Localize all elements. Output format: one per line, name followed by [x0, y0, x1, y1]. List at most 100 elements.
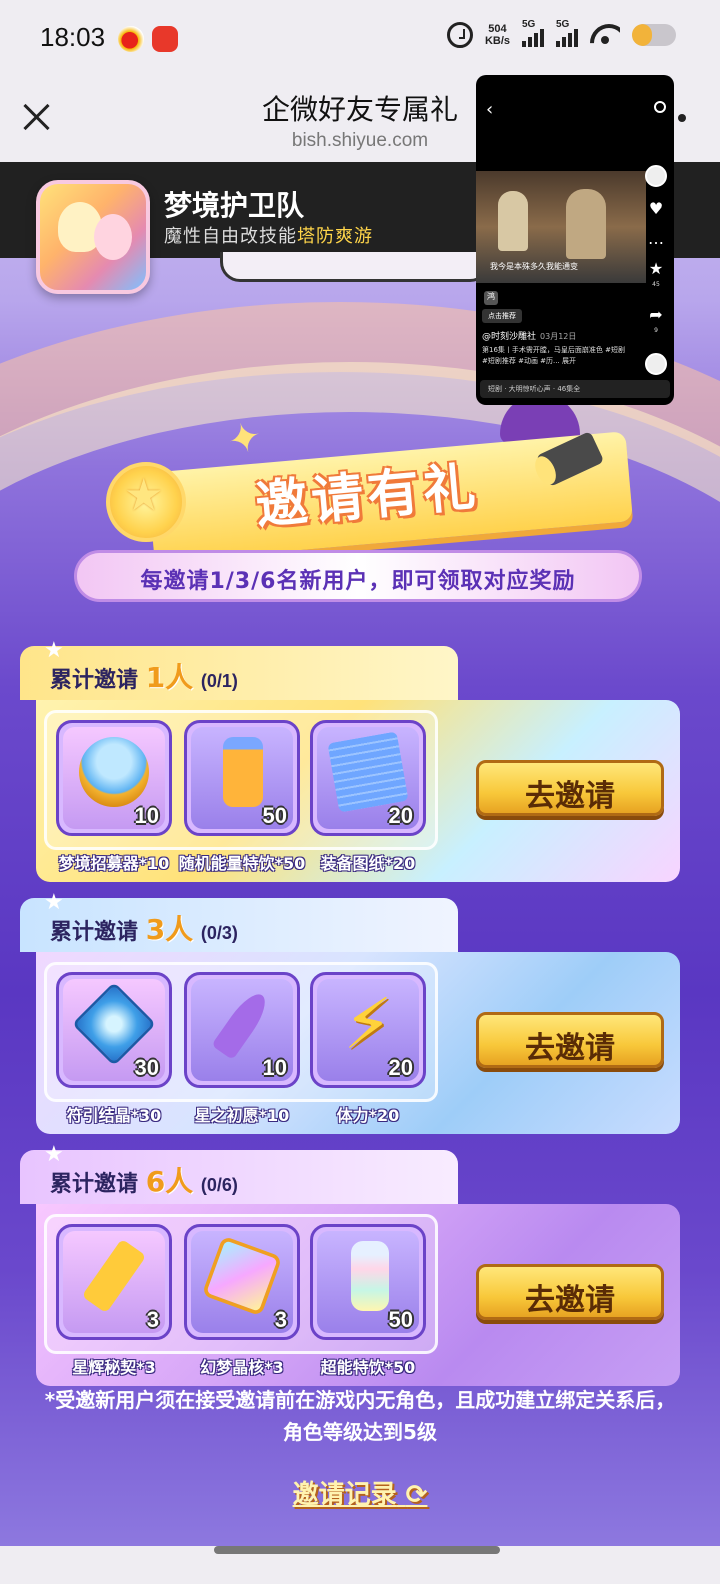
recommend-chip[interactable]: 点击推荐	[482, 309, 522, 323]
reward-item[interactable]: 50	[184, 720, 300, 836]
reward-item[interactable]: 30	[56, 972, 172, 1088]
game-slogan-text: 魔性自由改技能	[164, 226, 297, 247]
invite-record-label: 邀请记录	[292, 1480, 397, 1510]
more-menu-icon[interactable]	[678, 114, 686, 122]
tier-label: 累计邀请	[50, 920, 139, 945]
channel-tag: 鸿	[484, 291, 498, 305]
reward-label: 超能特饮*50	[320, 1358, 416, 1377]
status-indicators: 504 KB/s 5G 5G	[446, 19, 676, 48]
reward-count: 20	[388, 803, 413, 828]
refresh-icon: ⟳	[405, 1480, 428, 1510]
net-speed: 504 KB/s	[485, 23, 510, 47]
video-date: 03月12日	[540, 332, 577, 341]
weibo-icon	[118, 26, 144, 52]
battery-icon	[632, 24, 676, 46]
reward-item[interactable]: 3	[56, 1224, 172, 1340]
invite-button[interactable]: 去邀请	[476, 760, 664, 816]
reward-label: 幻梦晶核*3	[200, 1358, 284, 1377]
signal-icon: 5G	[556, 19, 578, 47]
tier-tab: ★ 累计邀请 3人 (0/3)	[20, 890, 458, 952]
reward-item[interactable]: 20	[310, 720, 426, 836]
status-time: 18:03	[40, 22, 106, 52]
tier-label: 累计邀请	[50, 668, 139, 693]
blueprint-icon	[327, 731, 409, 813]
energy-drink-icon	[223, 737, 263, 807]
game-name: 梦境护卫队	[164, 189, 305, 222]
favorite-icon[interactable]: ★ 45	[649, 261, 663, 293]
download-button[interactable]	[220, 252, 490, 282]
share-icon[interactable]: ➦ 9	[649, 307, 662, 339]
reward-label: 星辉秘契*3	[72, 1358, 156, 1377]
favorite-count: 45	[652, 281, 660, 288]
tier-body: 3 3 50 星辉秘契*3 幻梦晶核*3 超能特饮*50 去邀请	[36, 1204, 680, 1386]
sim1-label: 5G	[522, 19, 536, 30]
home-indicator[interactable]	[214, 1546, 500, 1554]
net-speed-value: 504	[488, 23, 507, 35]
tier-count: 1人	[145, 661, 194, 694]
invite-button-label: 去邀请	[525, 1283, 615, 1318]
video-side-actions: ♥ … ★ 45 ➦ 9	[644, 165, 668, 375]
reward-item[interactable]: 10	[56, 720, 172, 836]
tier-count: 6人	[145, 1165, 194, 1198]
recruiter-icon	[79, 737, 149, 807]
invite-button[interactable]: 去邀请	[476, 1264, 664, 1320]
video-author[interactable]: @时刻沙雕社 03月12日	[482, 329, 576, 342]
invite-button-label: 去邀请	[525, 1031, 615, 1066]
tier-label: 累计邀请	[50, 1172, 139, 1197]
event-subtitle: 每邀请1/3/6名新用户，即可领取对应奖励	[140, 569, 576, 594]
status-bar: 18:03 504 KB/s 5G 5G	[0, 0, 720, 80]
comment-icon[interactable]: …	[648, 231, 664, 247]
music-avatar[interactable]	[645, 353, 667, 375]
app-icon	[152, 26, 178, 52]
search-icon[interactable]	[654, 101, 666, 113]
star-badge-icon	[106, 462, 186, 542]
reward-label: 随机能量特饮*50	[178, 854, 306, 873]
reward-label: 装备图纸*20	[320, 854, 416, 873]
subtitle-bar: 每邀请1/3/6名新用户，即可领取对应奖励	[74, 550, 642, 602]
back-icon[interactable]: ‹	[486, 99, 493, 120]
tier-heading: 累计邀请 3人 (0/3)	[50, 908, 238, 948]
reward-item[interactable]: ⚡ 20	[310, 972, 426, 1088]
sim2-label: 5G	[556, 19, 570, 30]
reward-label: 符引结晶*30	[66, 1106, 162, 1125]
tier-body: 10 50 20 梦境招募器*10 随机能量特饮*50 装备图纸*20 去邀请	[36, 700, 680, 882]
tier-2: ★ 累计邀请 3人 (0/3) 30 10 ⚡ 20 符引结晶*30 星之初愿*…	[0, 890, 720, 1138]
game-app-icon[interactable]	[36, 180, 150, 294]
tier-progress: (0/6)	[200, 1175, 238, 1195]
video-description: 第16集丨手术需开膛，马皇后面崩准色 #短剧 #短剧推荐 #动画 #历... 展…	[482, 346, 625, 365]
tier-heading: 累计邀请 6人 (0/6)	[50, 1160, 238, 1200]
stamina-bolt-icon: ⚡	[343, 983, 393, 1065]
reward-count: 50	[388, 1307, 413, 1332]
reward-count: 20	[388, 1055, 413, 1080]
like-icon[interactable]: ♥	[649, 201, 663, 217]
invite-button-label: 去邀请	[525, 779, 615, 814]
reward-item[interactable]: 3	[184, 1224, 300, 1340]
reward-item[interactable]: 10	[184, 972, 300, 1088]
game-slogan-highlight: 塔防爽游	[297, 226, 373, 247]
game-slogan: 魔性自由改技能塔防爽游	[164, 222, 373, 248]
author-avatar[interactable]	[645, 165, 667, 187]
tier-count: 3人	[145, 913, 194, 946]
alarm-icon	[446, 22, 473, 48]
tier-progress: (0/3)	[200, 923, 238, 943]
reward-count: 10	[134, 803, 159, 828]
status-app-icons	[118, 26, 178, 52]
video-caption: 我今是本殊多久我能通变	[490, 262, 578, 271]
signal-icon: 5G	[522, 19, 544, 47]
tier-progress: (0/1)	[200, 671, 238, 691]
reward-count: 50	[262, 803, 287, 828]
net-speed-unit: KB/s	[484, 35, 510, 47]
tier-1: ★ 累计邀请 1人 (0/1) 10 50 20 梦境招募器*10 随机能量特饮…	[0, 638, 720, 886]
author-name: @时刻沙雕社	[482, 332, 537, 342]
wifi-icon	[590, 24, 620, 46]
invite-record-link[interactable]: 邀请记录 ⟳	[0, 1474, 720, 1511]
tier-3: ★ 累计邀请 6人 (0/6) 3 3 50 星辉秘契*3 幻梦晶核*3 超能特…	[0, 1142, 720, 1390]
series-bar[interactable]: 短剧 · 大明惊听心声 · 46集全	[480, 380, 670, 398]
tier-tab: ★ 累计邀请 1人 (0/1)	[20, 638, 458, 700]
footnote: *受邀新用户须在接受邀请前在游戏内无角色，且成功建立绑定关系后，角色等级达到5级	[44, 1388, 676, 1444]
invite-button[interactable]: 去邀请	[476, 1012, 664, 1068]
reward-item[interactable]: 50	[310, 1224, 426, 1340]
battery-fill	[632, 24, 652, 46]
reward-count: 30	[134, 1055, 159, 1080]
floating-video-window[interactable]: ‹ 我今是本殊多久我能通变 ♥ … ★ 45 ➦ 9 鸿 点击推荐 @时刻沙雕社 03…	[476, 75, 674, 405]
